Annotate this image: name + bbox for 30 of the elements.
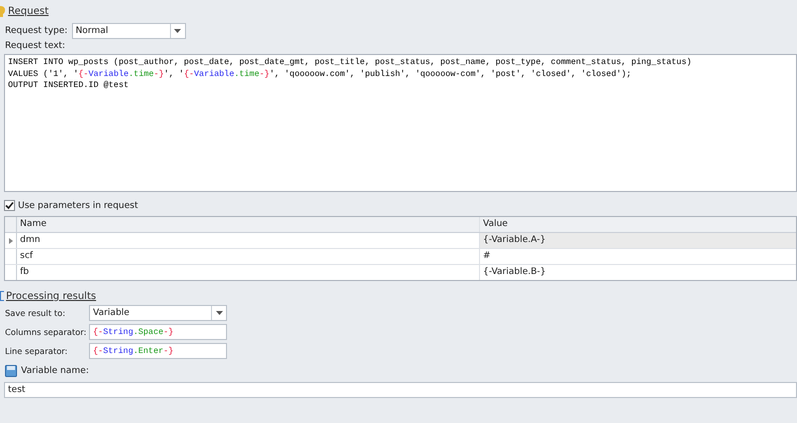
row-pointer-icon <box>8 238 12 244</box>
table-cell: {-Variable.A-} <box>480 233 796 248</box>
input-field[interactable]: {-String.Space-} <box>89 324 227 340</box>
save-icon[interactable] <box>5 365 17 377</box>
code-line: VALUES ('1', '{-Variable.time-}', '{-Variable.time-}', 'qooooow.com', 'publish', 'qooooow-com', 'post', 'closed', 'closed'); <box>8 68 632 80</box>
code-editor[interactable] <box>4 54 797 192</box>
code-line: INSERT INTO wp_posts (post_author, post_date, post_date_gmt, post_title, post_status, post_name, post_type, comment_status, ping_status) <box>8 57 693 68</box>
field-label: Line separator: <box>5 346 69 356</box>
variable-name-field[interactable]: test <box>4 382 797 398</box>
caret-icon <box>174 29 182 33</box>
field-label: Request text: <box>4 41 66 52</box>
section-title[interactable]: Processing results <box>6 290 96 302</box>
code-line: OUTPUT INSERTED.ID @test <box>8 80 130 92</box>
save-result-dropdown[interactable]: Variable <box>89 305 227 321</box>
field-label: Save result to: <box>5 308 66 318</box>
field-label: Columns separator: <box>5 327 88 337</box>
table-cell-text: {-Variable.B-} <box>482 266 547 279</box>
column-header[interactable]: Value <box>480 217 796 232</box>
field-label: Request type: <box>5 26 68 36</box>
field-label: Variable name: <box>21 366 89 376</box>
checkbox[interactable] <box>4 200 15 211</box>
checkbox-label: Use parameters in request <box>18 200 138 210</box>
column-header[interactable]: Name <box>17 217 480 232</box>
section-title[interactable]: Request <box>8 6 49 16</box>
table-cell-text: # <box>482 250 492 263</box>
request-type-dropdown[interactable]: Normal <box>72 23 186 39</box>
caret-icon <box>216 311 222 315</box>
input-field[interactable]: {-String.Enter-} <box>89 343 227 359</box>
table-cell: scf <box>17 249 480 264</box>
table-cell: fb <box>17 265 480 280</box>
